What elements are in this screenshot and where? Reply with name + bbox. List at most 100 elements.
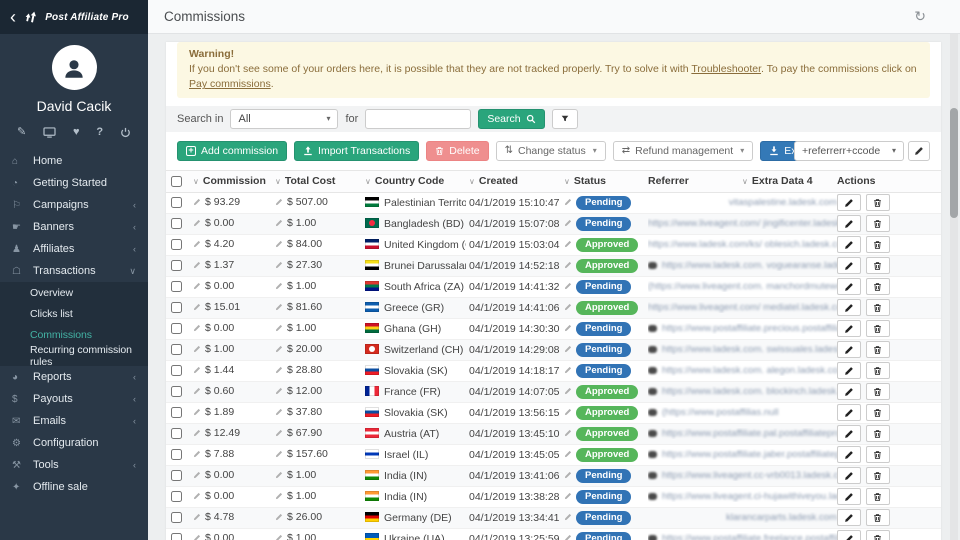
scrollbar-thumb[interactable] — [950, 108, 958, 218]
status-badge[interactable]: Pending — [576, 343, 631, 357]
delete-row-button[interactable] — [866, 257, 890, 274]
edit-row-button[interactable] — [837, 341, 861, 358]
edit-status-icon[interactable] — [564, 533, 572, 540]
edit-row-button[interactable] — [837, 530, 861, 540]
edit-row-button[interactable] — [837, 404, 861, 421]
delete-row-button[interactable] — [866, 320, 890, 337]
change-status-button[interactable]: ⇅ Change status — [496, 141, 606, 161]
edit-row-button[interactable] — [837, 320, 861, 337]
column-header-country-code[interactable]: Country Code — [362, 170, 466, 192]
edit-row-button[interactable] — [837, 236, 861, 253]
row-checkbox[interactable] — [171, 386, 182, 397]
referrer-link[interactable]: https://www.postaffiliate.freelance.post… — [662, 533, 837, 540]
edit-row-button[interactable] — [837, 509, 861, 526]
search-input[interactable] — [365, 109, 471, 129]
row-checkbox[interactable] — [171, 428, 182, 439]
edit-status-icon[interactable] — [564, 281, 572, 293]
sidebar-item-commissions[interactable]: Commissions — [0, 324, 148, 345]
edit-total-icon[interactable] — [275, 365, 283, 377]
delete-button[interactable]: Delete — [426, 141, 488, 161]
edit-total-icon[interactable] — [275, 197, 283, 209]
row-checkbox[interactable] — [171, 281, 182, 292]
status-badge[interactable]: Approved — [576, 385, 638, 399]
delete-row-button[interactable] — [866, 278, 890, 295]
edit-row-button[interactable] — [837, 383, 861, 400]
status-badge[interactable]: Approved — [576, 238, 638, 252]
sidebar-item-recurring-commission-rules[interactable]: Recurring commission rules — [0, 345, 148, 366]
referrer-link[interactable]: https://www.ladesk.com. alegon.ladesk.co… — [662, 365, 837, 376]
referrer-link[interactable]: https://www.postaffiliate.jaber.postaffi… — [662, 449, 837, 460]
delete-row-button[interactable] — [866, 236, 890, 253]
delete-row-button[interactable] — [866, 383, 890, 400]
delete-row-button[interactable] — [866, 425, 890, 442]
row-checkbox[interactable] — [171, 218, 182, 229]
referrer-link[interactable]: https://www.ladesk.com. voguearanse.lade… — [662, 260, 837, 271]
filter-button[interactable] — [552, 109, 578, 129]
edit-total-icon[interactable] — [275, 407, 283, 419]
column-header-created[interactable]: Created — [466, 170, 561, 192]
edit-status-icon[interactable] — [564, 512, 572, 524]
edit-commission-icon[interactable] — [193, 512, 201, 524]
edit-commission-icon[interactable] — [193, 239, 201, 251]
edit-commission-icon[interactable] — [193, 218, 201, 230]
edit-row-button[interactable] — [837, 488, 861, 505]
referrer-link[interactable]: klarancarparts.ladesk.com — [726, 512, 837, 523]
edit-status-icon[interactable] — [564, 491, 572, 503]
import-transactions-button[interactable]: Import Transactions — [294, 141, 419, 161]
edit-total-icon[interactable] — [275, 449, 283, 461]
select-all-checkbox[interactable] — [171, 176, 182, 187]
edit-commission-icon[interactable] — [193, 491, 201, 503]
edit-commission-icon[interactable] — [193, 407, 201, 419]
status-badge[interactable]: Pending — [576, 322, 631, 336]
edit-status-icon[interactable] — [564, 407, 572, 419]
status-badge[interactable]: Approved — [576, 301, 638, 315]
referrer-link[interactable]: (https://www.liveagent.com. manchordmute… — [648, 281, 837, 292]
delete-row-button[interactable] — [866, 341, 890, 358]
add-commission-button[interactable]: + Add commission — [177, 141, 287, 161]
edit-row-button[interactable] — [837, 446, 861, 463]
edit-status-icon[interactable] — [564, 218, 572, 230]
status-badge[interactable]: Approved — [576, 448, 638, 462]
sidebar-item-transactions[interactable]: ☖ Transactions ∨ — [0, 260, 148, 282]
row-checkbox[interactable] — [171, 491, 182, 502]
referrer-link[interactable]: https://www.ladesk.com/ks/ oblesich.lade… — [648, 239, 837, 250]
column-header-actions[interactable]: Actions — [834, 170, 941, 192]
edit-status-icon[interactable] — [564, 260, 572, 272]
delete-row-button[interactable] — [866, 467, 890, 484]
edit-total-icon[interactable] — [275, 281, 283, 293]
sidebar-item-clicks-list[interactable]: Clicks list — [0, 303, 148, 324]
edit-total-icon[interactable] — [275, 323, 283, 335]
status-badge[interactable]: Approved — [576, 406, 638, 420]
edit-commission-icon[interactable] — [193, 302, 201, 314]
edit-commission-icon[interactable] — [193, 197, 201, 209]
edit-row-button[interactable] — [837, 362, 861, 379]
sidebar-item-emails[interactable]: ✉ Emails ‹ — [0, 410, 148, 432]
delete-row-button[interactable] — [866, 362, 890, 379]
delete-row-button[interactable] — [866, 509, 890, 526]
sidebar-item-banners[interactable]: ☛ Banners ‹ — [0, 216, 148, 238]
edit-total-icon[interactable] — [275, 239, 283, 251]
edit-commission-icon[interactable] — [193, 260, 201, 272]
row-checkbox[interactable] — [171, 197, 182, 208]
status-badge[interactable]: Approved — [576, 427, 638, 441]
sidebar-item-overview[interactable]: Overview — [0, 282, 148, 303]
delete-row-button[interactable] — [866, 530, 890, 540]
referrer-link[interactable]: https://www.ladesk.com. swissuales.lades… — [662, 344, 837, 355]
edit-total-icon[interactable] — [275, 260, 283, 272]
edit-total-icon[interactable] — [275, 302, 283, 314]
sidebar-item-home[interactable]: ⌂ Home — [0, 150, 148, 172]
troubleshooter-link[interactable]: Troubleshooter — [691, 63, 761, 75]
edit-row-button[interactable] — [837, 194, 861, 211]
search-button[interactable]: Search — [478, 109, 544, 129]
row-checkbox[interactable] — [171, 407, 182, 418]
edit-status-icon[interactable] — [564, 428, 572, 440]
row-checkbox[interactable] — [171, 470, 182, 481]
column-header-total-cost[interactable]: Total Cost — [272, 170, 362, 192]
delete-row-button[interactable] — [866, 404, 890, 421]
edit-total-icon[interactable] — [275, 344, 283, 356]
referrer-link[interactable]: https://www.liveagent.com/ mediatel.lade… — [648, 302, 837, 313]
row-checkbox[interactable] — [171, 260, 182, 271]
avatar[interactable] — [52, 45, 97, 90]
edit-total-icon[interactable] — [275, 218, 283, 230]
edit-row-button[interactable] — [837, 215, 861, 232]
